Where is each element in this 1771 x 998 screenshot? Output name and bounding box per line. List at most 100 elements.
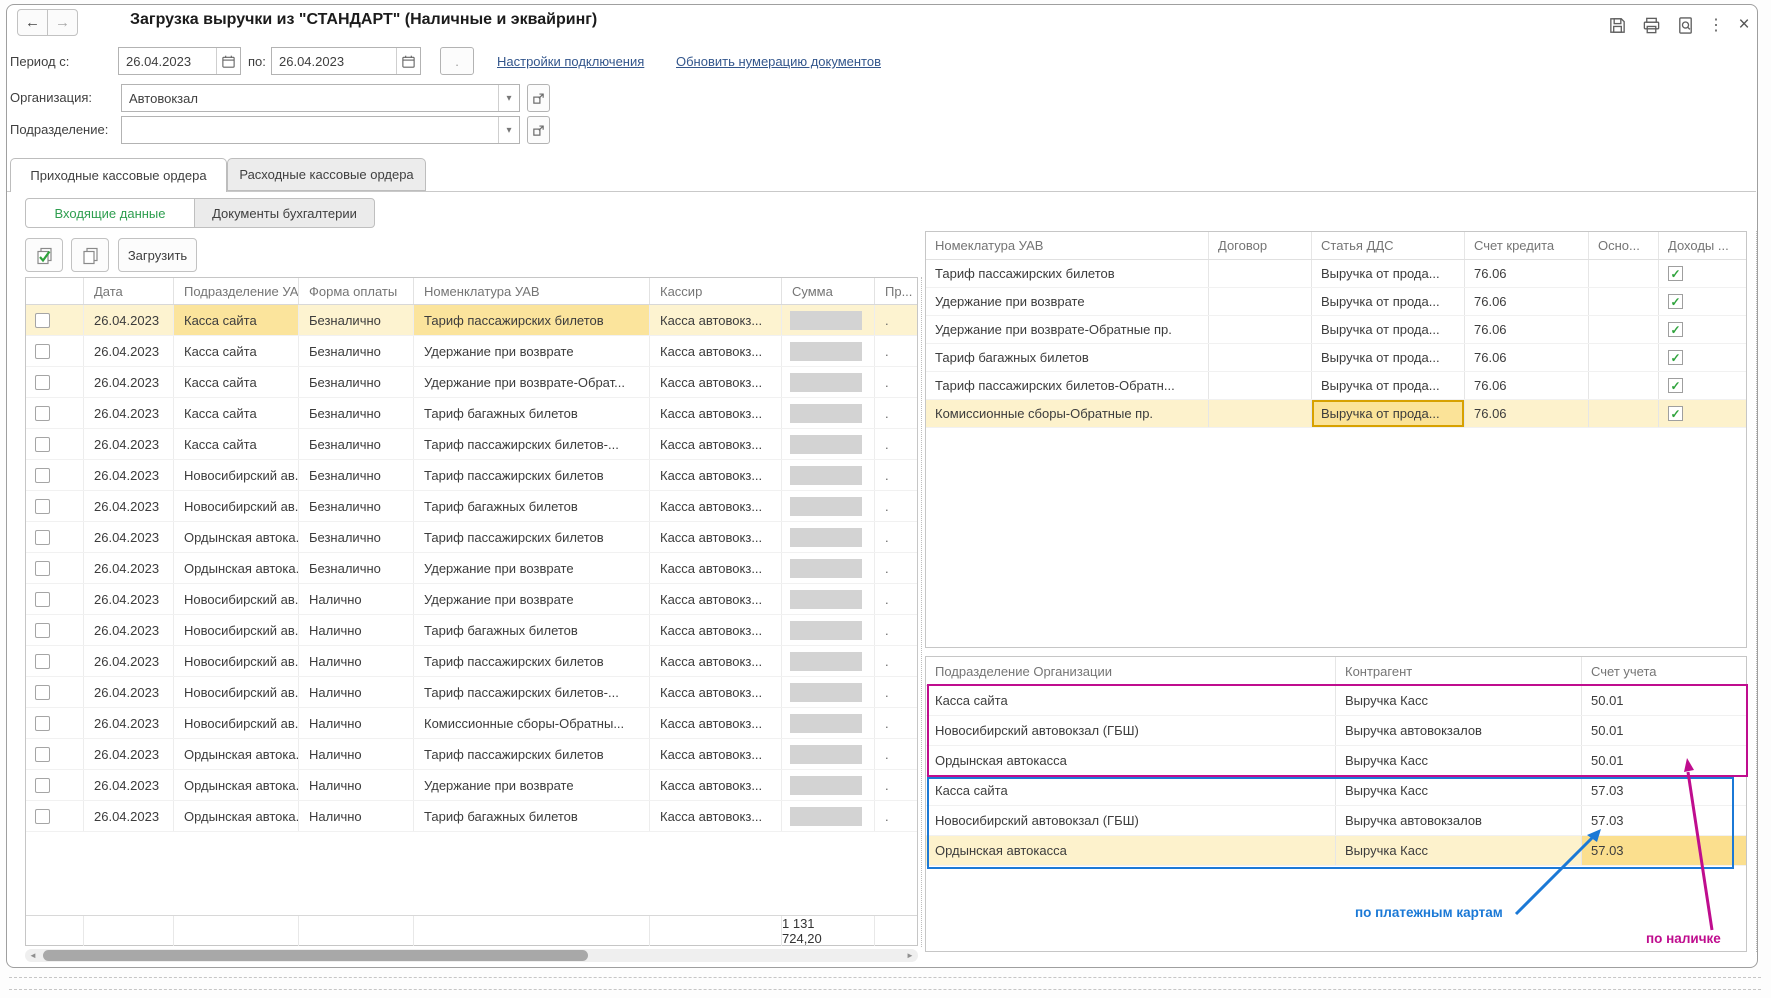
check-all-button[interactable] xyxy=(25,238,63,272)
forward-button[interactable]: → xyxy=(47,9,78,36)
subtab-input-data[interactable]: Входящие данные xyxy=(25,198,195,228)
header-osn[interactable]: Осно... xyxy=(1589,232,1659,259)
row-checkbox[interactable] xyxy=(35,344,50,359)
connection-settings-link[interactable]: Настройки подключения xyxy=(497,54,644,69)
table-row[interactable]: 26.04.2023 Ордынская автока... Налично У… xyxy=(26,770,917,801)
renumber-documents-link[interactable]: Обновить нумерацию документов xyxy=(676,54,881,69)
tab-incoming-cash-orders[interactable]: Приходные кассовые ордера xyxy=(10,158,227,192)
right-edge-splitter[interactable] xyxy=(1756,231,1757,952)
scroll-left-arrow[interactable]: ◄ xyxy=(25,949,41,962)
row-checkbox[interactable] xyxy=(35,623,50,638)
dropdown-button[interactable]: ▾ xyxy=(498,117,519,143)
department-open-button[interactable] xyxy=(527,116,550,144)
table-row[interactable]: Комиссионные сборы-Обратные пр. Выручка … xyxy=(926,400,1746,428)
income-checkbox[interactable]: ✓ xyxy=(1668,350,1683,365)
income-checkbox[interactable]: ✓ xyxy=(1668,294,1683,309)
header-department[interactable]: Подразделение УАВ xyxy=(174,278,299,304)
row-checkbox[interactable] xyxy=(35,747,50,762)
table-row[interactable]: Касса сайта Выручка Касс 57.03 xyxy=(926,776,1746,806)
header-counterparty[interactable]: Контрагент xyxy=(1336,657,1582,685)
header-account[interactable]: Счет учета xyxy=(1582,657,1746,685)
row-checkbox[interactable] xyxy=(35,778,50,793)
row-checkbox[interactable] xyxy=(35,406,50,421)
print-preview-button[interactable] xyxy=(1673,13,1697,37)
table-row[interactable]: 26.04.2023 Ордынская автока... Налично Т… xyxy=(26,739,917,770)
organization-open-button[interactable] xyxy=(527,84,550,112)
row-checkbox[interactable] xyxy=(35,592,50,607)
calendar-button[interactable] xyxy=(396,48,420,74)
dropdown-button[interactable]: ▾ xyxy=(498,85,519,111)
calendar-button[interactable] xyxy=(216,48,240,74)
table-row[interactable]: 26.04.2023 Ордынская автока... Безналичн… xyxy=(26,522,917,553)
department-value[interactable] xyxy=(122,117,498,143)
table-row[interactable]: 26.04.2023 Касса сайта Безналично Тариф … xyxy=(26,398,917,429)
table-row[interactable]: 26.04.2023 Касса сайта Безналично Удержа… xyxy=(26,336,917,367)
income-checkbox[interactable]: ✓ xyxy=(1668,266,1683,281)
organization-field[interactable]: Автовокзал ▾ xyxy=(121,84,520,112)
uncheck-all-button[interactable] xyxy=(71,238,109,272)
load-button[interactable]: Загрузить xyxy=(118,238,197,272)
table-row[interactable]: 26.04.2023 Новосибирский ав... Безналичн… xyxy=(26,491,917,522)
header-nomenclature[interactable]: Номенклатура УАВ xyxy=(414,278,650,304)
print-button[interactable] xyxy=(1639,13,1663,37)
period-from-value[interactable]: 26.04.2023 xyxy=(119,48,216,74)
table-row[interactable]: 26.04.2023 Новосибирский ав... Налично Т… xyxy=(26,615,917,646)
header-pr[interactable]: Пр... xyxy=(875,278,917,304)
table-row[interactable]: 26.04.2023 Ордынская автока... Налично Т… xyxy=(26,801,917,832)
header-payment-form[interactable]: Форма оплаты xyxy=(299,278,414,304)
horizontal-scrollbar[interactable]: ◄ ► xyxy=(25,949,918,962)
table-row[interactable]: Тариф пассажирских билетов Выручка от пр… xyxy=(926,260,1746,288)
subtab-accounting-docs[interactable]: Документы бухгалтерии xyxy=(194,198,375,228)
header-date[interactable]: Дата xyxy=(84,278,174,304)
tab-outgoing-cash-orders[interactable]: Расходные кассовые ордера xyxy=(227,158,426,191)
save-button[interactable] xyxy=(1605,13,1629,37)
table-row[interactable]: 26.04.2023 Ордынская автока... Безналичн… xyxy=(26,553,917,584)
header-contract[interactable]: Договор xyxy=(1209,232,1312,259)
header-checkbox-column[interactable] xyxy=(26,278,84,304)
table-row[interactable]: Новосибирский автовокзал (ГБШ) Выручка а… xyxy=(926,716,1746,746)
more-button[interactable]: ⋮ xyxy=(1704,13,1728,37)
header-sum[interactable]: Сумма xyxy=(782,278,875,304)
table-row[interactable]: 26.04.2023 Касса сайта Безналично Удержа… xyxy=(26,367,917,398)
table-row[interactable]: Ордынская автокасса Выручка Касс 57.03 xyxy=(926,836,1746,866)
panel-splitter[interactable] xyxy=(921,277,922,947)
table-row[interactable]: Тариф пассажирских билетов-Обратн... Выр… xyxy=(926,372,1746,400)
row-checkbox[interactable] xyxy=(35,685,50,700)
period-extra-button[interactable]: . xyxy=(440,47,474,75)
back-button[interactable]: ← xyxy=(17,9,48,36)
table-row[interactable]: 26.04.2023 Новосибирский ав... Налично К… xyxy=(26,708,917,739)
header-dds-item[interactable]: Статья ДДС xyxy=(1312,232,1465,259)
row-checkbox[interactable] xyxy=(35,499,50,514)
table-row[interactable]: Удержание при возврате-Обратные пр. Выру… xyxy=(926,316,1746,344)
table-row[interactable]: Ордынская автокасса Выручка Касс 50.01 xyxy=(926,746,1746,776)
table-row[interactable]: 26.04.2023 Новосибирский ав... Налично У… xyxy=(26,584,917,615)
income-checkbox[interactable]: ✓ xyxy=(1668,378,1683,393)
row-checkbox[interactable] xyxy=(35,716,50,731)
row-checkbox[interactable] xyxy=(35,809,50,824)
period-to-field[interactable]: 26.04.2023 xyxy=(271,47,421,75)
row-checkbox[interactable] xyxy=(35,375,50,390)
table-row[interactable]: Новосибирский автовокзал (ГБШ) Выручка а… xyxy=(926,806,1746,836)
row-checkbox[interactable] xyxy=(35,561,50,576)
row-checkbox[interactable] xyxy=(35,468,50,483)
table-row[interactable]: Тариф багажных билетов Выручка от прода.… xyxy=(926,344,1746,372)
table-row[interactable]: 26.04.2023 Новосибирский ав... Налично Т… xyxy=(26,677,917,708)
period-to-value[interactable]: 26.04.2023 xyxy=(272,48,396,74)
table-row[interactable]: 26.04.2023 Новосибирский ав... Безналичн… xyxy=(26,460,917,491)
table-row[interactable]: 26.04.2023 Касса сайта Безналично Тариф … xyxy=(26,429,917,460)
scrollbar-thumb[interactable] xyxy=(43,950,588,961)
row-checkbox[interactable] xyxy=(35,313,50,328)
scroll-right-arrow[interactable]: ► xyxy=(902,949,918,962)
table-row[interactable]: Удержание при возврате Выручка от прода.… xyxy=(926,288,1746,316)
header-credit-account[interactable]: Счет кредита xyxy=(1465,232,1589,259)
header-income[interactable]: Доходы ... xyxy=(1659,232,1746,259)
bottom-splitter[interactable] xyxy=(9,977,1761,990)
row-checkbox[interactable] xyxy=(35,530,50,545)
row-checkbox[interactable] xyxy=(35,437,50,452)
organization-value[interactable]: Автовокзал xyxy=(122,85,498,111)
table-row[interactable]: 26.04.2023 Касса сайта Безналично Тариф … xyxy=(26,305,917,336)
table-row[interactable]: Касса сайта Выручка Касс 50.01 xyxy=(926,686,1746,716)
header-org-department[interactable]: Подразделение Организации xyxy=(926,657,1336,685)
header-nomenclature-uav[interactable]: Номеклатура УАВ xyxy=(926,232,1209,259)
income-checkbox[interactable]: ✓ xyxy=(1668,406,1683,421)
